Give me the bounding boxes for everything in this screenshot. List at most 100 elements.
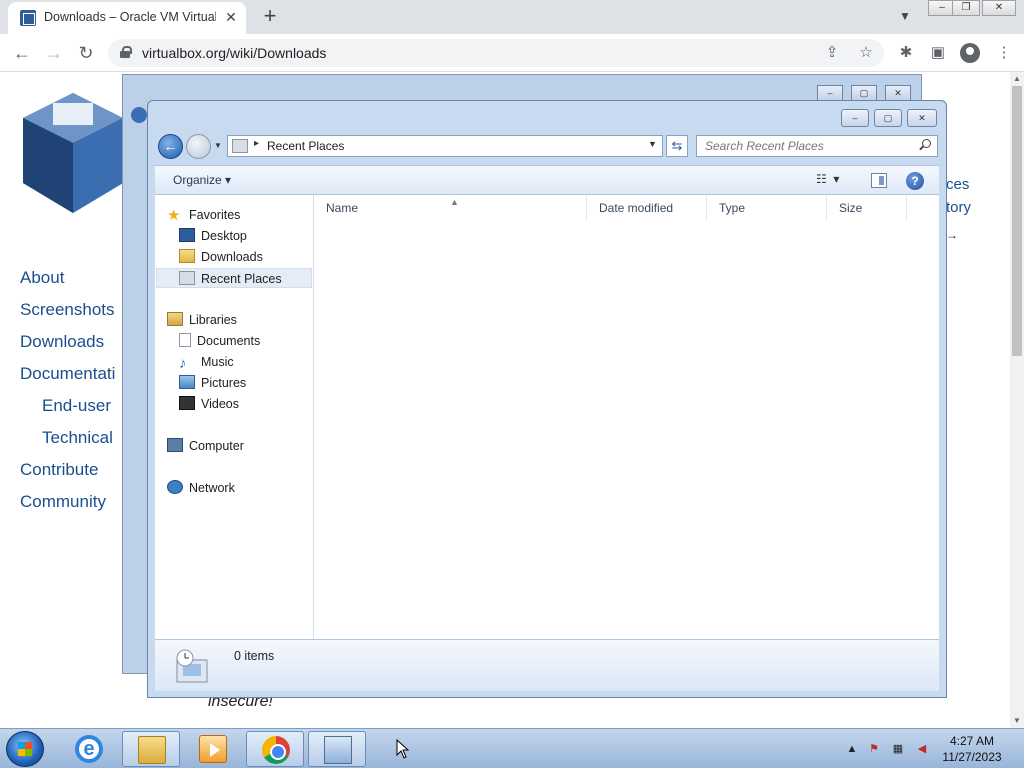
search-input[interactable]: Search Recent Places (696, 135, 938, 157)
nav-link-end-user[interactable]: End-user (42, 396, 111, 416)
nav-label: Network (189, 481, 235, 495)
network-tray-icon[interactable]: ▦ (890, 741, 906, 757)
close-tab-icon[interactable]: ✕ (222, 8, 240, 26)
bg-minimize-button[interactable]: ‒ (817, 85, 843, 101)
back-arrow-icon[interactable]: ← (10, 41, 34, 65)
nav-link-documentation[interactable]: Documentati (20, 364, 115, 384)
scroll-up-icon[interactable]: ▲ (1010, 72, 1024, 86)
nav-label: Favorites (189, 208, 241, 222)
recent-pages-chevron-icon[interactable]: ▼ (214, 141, 224, 151)
folder-icon (138, 736, 166, 764)
mouse-cursor-icon (396, 739, 410, 759)
explorer-window-icon (324, 736, 352, 764)
explorer-forward-icon[interactable] (186, 134, 211, 159)
column-header-size[interactable]: Size (827, 195, 907, 221)
new-tab-button[interactable]: + (258, 4, 282, 28)
bg-back-icon (131, 107, 147, 123)
bg-close-button[interactable]: ✕ (885, 85, 911, 101)
reload-icon[interactable]: ↻ (74, 41, 98, 65)
restore-window-button[interactable]: ❐ (952, 0, 980, 16)
network-icon (167, 480, 183, 494)
nav-link-screenshots[interactable]: Screenshots (20, 300, 115, 320)
extensions-puzzle-icon[interactable]: ✱ (896, 43, 916, 63)
nav-link-technical[interactable]: Technical (42, 428, 113, 448)
breadcrumb-arrow-icon[interactable]: ▸ (254, 138, 259, 149)
bg-maximize-button[interactable]: ▢ (851, 85, 877, 101)
taskbar-windows-explorer[interactable] (122, 731, 180, 767)
right-link-ces[interactable]: ces (946, 176, 969, 193)
search-icon[interactable] (919, 139, 931, 151)
taskbar-internet-explorer[interactable]: e (60, 731, 118, 767)
right-link-arrow[interactable]: → (946, 228, 958, 242)
profile-avatar-icon[interactable] (960, 43, 980, 63)
recent-places-icon (232, 139, 248, 153)
media-player-icon (199, 735, 227, 763)
dialog-close-button[interactable]: ✕ (907, 109, 937, 127)
address-text: Recent Places (267, 139, 345, 153)
start-orb-icon[interactable] (6, 731, 44, 767)
address-bar[interactable]: virtualbox.org/wiki/Downloads ⇪ ☆ (108, 39, 884, 67)
bookmark-star-icon[interactable]: ☆ (856, 43, 876, 63)
clock-time: 4:27 AM (949, 734, 995, 748)
nav-label: Desktop (201, 229, 247, 243)
nav-music[interactable]: ♪ Music (179, 352, 234, 372)
scroll-down-icon[interactable]: ▼ (1010, 714, 1024, 728)
taskbar-explorer-dialog[interactable] (308, 731, 366, 767)
sort-ascending-icon: ▲ (450, 197, 459, 207)
nav-libraries[interactable]: Libraries (167, 310, 237, 330)
navigation-pane: ★ Favorites Desktop Downloads Recent Plac… (155, 195, 314, 639)
preview-pane-icon[interactable] (871, 173, 887, 188)
browser-tab[interactable]: Downloads – Oracle VM VirtualB ✕ (8, 2, 246, 34)
star-icon: ★ (167, 207, 181, 224)
dialog-maximize-button[interactable]: ▢ (874, 109, 902, 127)
nav-link-community[interactable]: Community (20, 492, 106, 512)
taskbar-chrome[interactable] (246, 731, 304, 767)
nav-videos[interactable]: Videos (179, 394, 239, 414)
help-icon[interactable]: ? (906, 172, 924, 190)
show-hidden-icons-icon[interactable]: ▲ (844, 741, 860, 757)
explorer-back-icon[interactable]: ← (158, 134, 183, 159)
computer-icon (167, 438, 183, 452)
nav-label: Recent Places (201, 272, 282, 286)
side-panel-icon[interactable]: ▣ (928, 43, 948, 63)
column-header-type[interactable]: Type (707, 195, 827, 221)
nav-favorites[interactable]: ★ Favorites (167, 205, 240, 225)
column-header-name[interactable]: Name ▲ (314, 195, 587, 221)
share-icon[interactable]: ⇪ (822, 43, 842, 63)
taskbar-media-player[interactable] (184, 731, 242, 767)
nav-link-contribute[interactable]: Contribute (20, 460, 98, 480)
nav-link-about[interactable]: About (20, 268, 64, 288)
tab-search-chevron-icon[interactable]: ▼ (895, 6, 915, 26)
nav-downloads[interactable]: Downloads (179, 247, 263, 267)
nav-link-downloads[interactable]: Downloads (20, 332, 104, 352)
refresh-icon[interactable]: ⇆ (666, 135, 688, 157)
action-center-icon[interactable]: ⚑ (866, 741, 882, 757)
explorer-address-bar[interactable]: ▸ Recent Places ▼ (227, 135, 663, 157)
details-pane: 0 items (155, 639, 939, 691)
browser-tab-strip: Downloads – Oracle VM VirtualB ✕ + ▼ ‒ ❐… (0, 0, 1024, 34)
volume-muted-icon[interactable]: ◀ (914, 741, 930, 757)
page-scrollbar[interactable]: ▲ ▼ (1010, 72, 1024, 728)
scroll-thumb[interactable] (1012, 86, 1022, 356)
nav-recent-places[interactable]: Recent Places (156, 268, 312, 288)
clock[interactable]: 4:27 AM 11/27/2023 (934, 733, 1010, 765)
nav-network[interactable]: Network (167, 478, 235, 498)
nav-pictures[interactable]: Pictures (179, 373, 246, 393)
close-window-button[interactable]: ✕ (982, 0, 1016, 16)
change-view-button[interactable]: ☷ ▾ (816, 172, 856, 190)
nav-documents[interactable]: Documents (179, 331, 260, 351)
clock-date: 11/27/2023 (942, 750, 1002, 764)
nav-label: Downloads (201, 250, 263, 264)
pictures-icon (179, 375, 195, 389)
column-label: Size (839, 201, 863, 215)
right-link-tory[interactable]: tory (946, 199, 971, 216)
dialog-minimize-button[interactable]: ‒ (841, 109, 869, 127)
column-header-date-modified[interactable]: Date modified (587, 195, 707, 221)
organize-button[interactable]: Organize ▾ (173, 173, 231, 187)
command-bar: Organize ▾ ☷ ▾ ? (155, 165, 939, 195)
menu-kebab-icon[interactable]: ⋮ (994, 43, 1014, 63)
forward-arrow-icon[interactable]: → (42, 41, 66, 65)
nav-desktop[interactable]: Desktop (179, 226, 247, 246)
nav-computer[interactable]: Computer (167, 436, 244, 456)
address-dropdown-icon[interactable]: ▼ (648, 139, 657, 149)
